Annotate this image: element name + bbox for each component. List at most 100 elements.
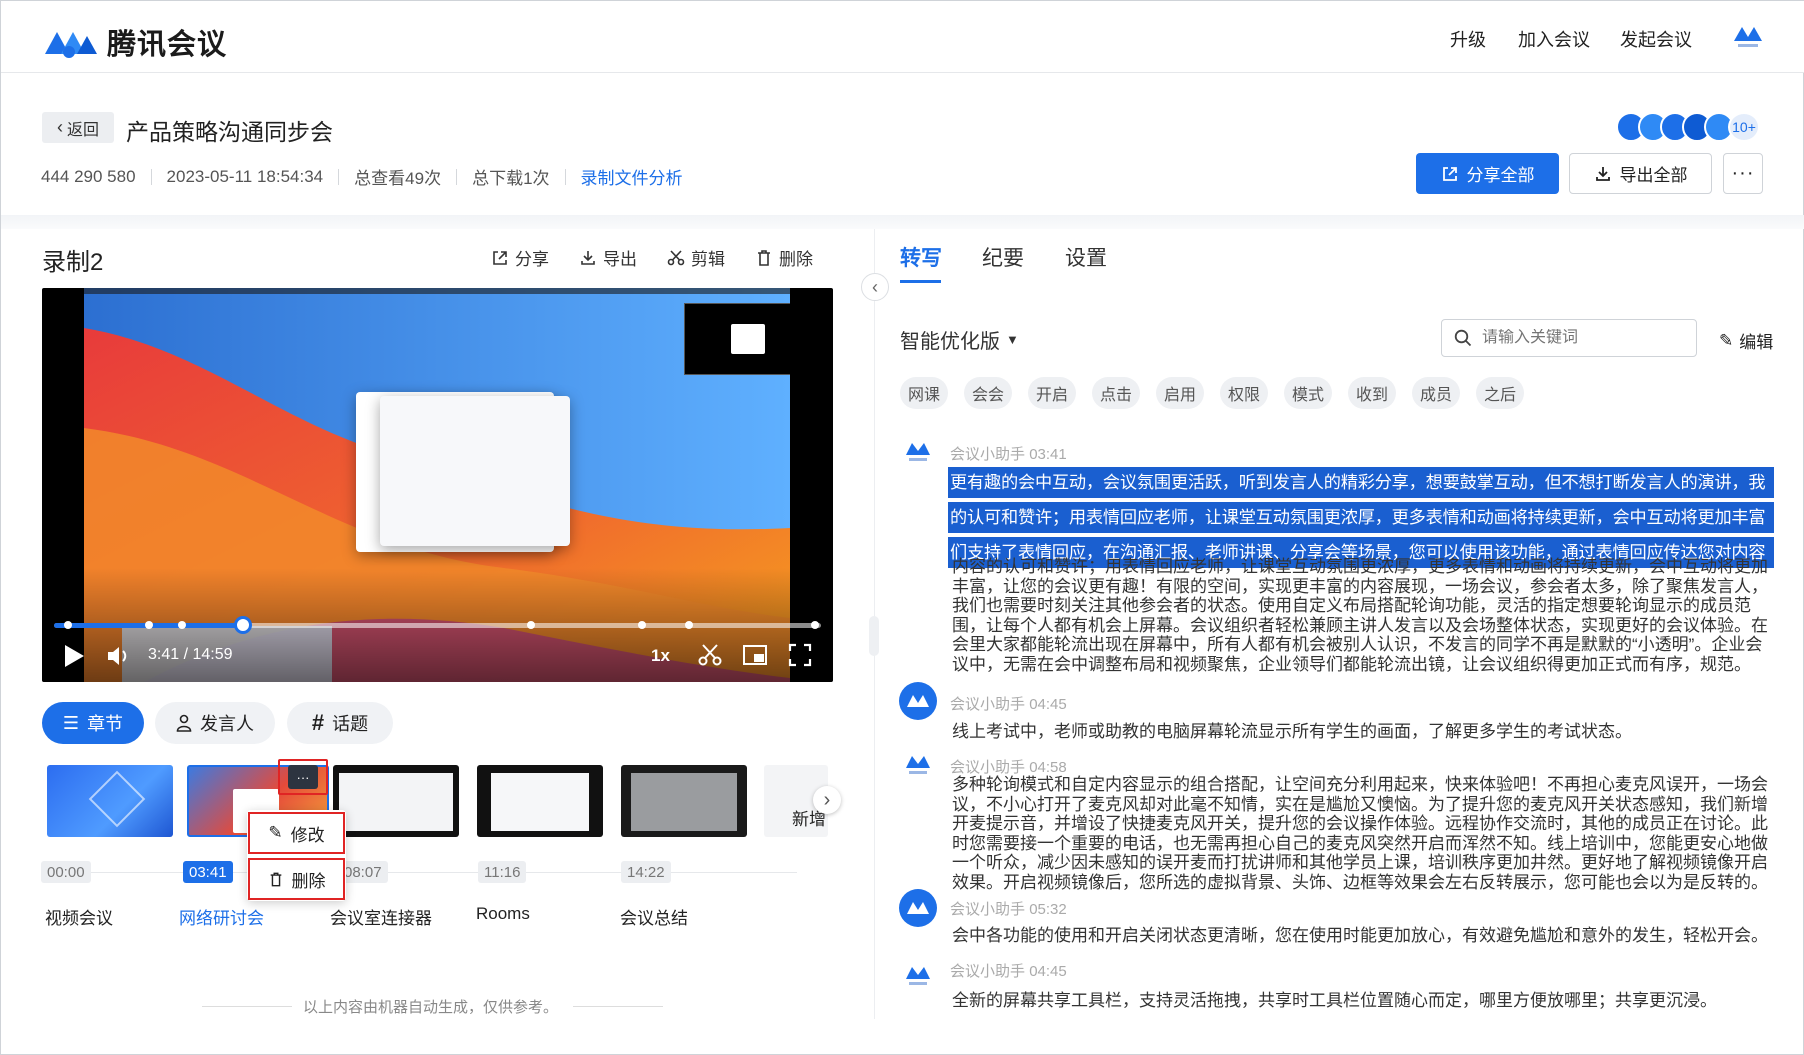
chapter-marker[interactable] — [178, 621, 186, 629]
hashtag-icon: # — [311, 710, 325, 735]
tab-speakers[interactable]: 发言人 — [155, 702, 275, 744]
chevron-right-icon[interactable]: › — [813, 786, 841, 814]
collapse-panel-button[interactable]: ‹ — [861, 273, 889, 301]
recording-analysis-link[interactable]: 录制文件分析 — [581, 164, 683, 189]
scissors-icon[interactable] — [697, 643, 723, 667]
brand[interactable]: 腾讯会议 — [41, 21, 227, 63]
share-button[interactable]: 分享 — [491, 245, 549, 270]
meeting-id: 444 290 580 — [41, 166, 136, 186]
nav-upgrade[interactable]: 升级 — [1450, 26, 1486, 52]
tab-transcript[interactable]: 转写 — [900, 242, 942, 272]
chapter-name[interactable]: 会议室连接器 — [330, 904, 432, 929]
keyword-tag[interactable]: 之后 — [1476, 377, 1524, 409]
volume-icon[interactable] — [106, 645, 132, 667]
transcript-search[interactable] — [1441, 319, 1697, 357]
picture-in-picture-icon[interactable] — [742, 644, 768, 666]
export-all-button[interactable]: 导出全部 — [1569, 153, 1712, 194]
chapter-marker[interactable] — [145, 621, 153, 629]
playback-speed[interactable]: 1x — [651, 646, 670, 666]
disclaimer: 以上内容由机器自动生成，仅供参考。 — [303, 999, 559, 1016]
edit-label: 编辑 — [1739, 333, 1774, 352]
tab-minutes[interactable]: 纪要 — [982, 242, 1024, 272]
keyword-tag[interactable]: 启用 — [1156, 377, 1204, 409]
timeline-line — [47, 872, 797, 873]
keyword-tag[interactable]: 模式 — [1284, 377, 1332, 409]
transcript-paragraph[interactable]: 多种轮询模式和自定内容显示的组合搭配，让空间充分利用起来，快来体验吧！不再担心麦… — [952, 775, 1774, 892]
highlighted-transcript[interactable]: 更有趣的会中互动，会议氛围更活跃，听到发言人的精彩分享，想要鼓掌互动，但不想打断… — [948, 467, 1774, 568]
keyword-tag[interactable]: 会会 — [964, 377, 1012, 409]
speaker-meta: 会议小助手 04:58 — [950, 756, 1067, 777]
panel-resize-handle[interactable] — [869, 616, 879, 656]
chapter-thumbnail[interactable] — [47, 765, 173, 837]
nav-join-meeting[interactable]: 加入会议 — [1518, 26, 1590, 52]
search-input[interactable] — [1482, 329, 1682, 347]
tab-transcript-indicator — [900, 280, 941, 283]
chapter-name[interactable]: 会议总结 — [620, 904, 688, 929]
download-icon — [1595, 166, 1610, 181]
clip-label: 剪辑 — [691, 250, 725, 269]
transcript-paragraph[interactable]: 线上考试中，老师或助教的电脑屏幕轮流显示所有学生的画面，了解更多学生的考试状态。 — [952, 722, 1774, 742]
export-button[interactable]: 导出 — [579, 245, 637, 270]
play-icon[interactable] — [62, 643, 86, 669]
more-options-button[interactable]: ··· — [1723, 153, 1763, 194]
user-avatar[interactable] — [1732, 21, 1764, 51]
tab-topics[interactable]: # 话题 — [287, 702, 393, 744]
transcript-paragraph[interactable]: 内容的认可和赞许；用表情回应老师，让课堂互动氛围更浓厚，更多表情和动画将持续更新… — [952, 557, 1774, 674]
tab-settings[interactable]: 设置 — [1065, 242, 1107, 272]
transcript-paragraph[interactable]: 全新的屏幕共享工具栏，支持灵活拖拽，共享时工具栏位置随心而定，哪里方便放哪里；共… — [952, 991, 1774, 1011]
progress-track[interactable] — [54, 623, 821, 628]
back-button[interactable]: ‹ 返回 — [42, 112, 114, 143]
keyword-tag[interactable]: 点击 — [1092, 377, 1140, 409]
chapter-more-button[interactable]: ··· — [278, 759, 328, 795]
keyword-tag[interactable]: 权限 — [1220, 377, 1268, 409]
back-label: 返回 — [66, 121, 99, 139]
clip-button[interactable]: 剪辑 — [667, 245, 725, 270]
speaker-name: 会议小助手 — [950, 446, 1026, 463]
person-icon — [176, 714, 192, 732]
transcript-line: 时您需要接一个重要的电话，也无需再担心自己的麦克风突然开启而浑然不知。线上培训中… — [952, 833, 1768, 853]
transcript-line: 会里大家都能轮流出现在屏幕中，所有人都有机会被别人认识，不发言的同学不再是默默的… — [952, 635, 1763, 654]
chapter-marker[interactable] — [811, 621, 819, 629]
edit-transcript-button[interactable]: ✎ 编辑 — [1719, 328, 1773, 353]
speaker-name: 会议小助手 — [950, 759, 1026, 776]
progress-scrubber[interactable] — [233, 616, 252, 634]
speaker-avatar — [904, 750, 932, 778]
tab-speakers-label: 发言人 — [200, 714, 254, 734]
chapter-marker[interactable] — [527, 621, 535, 629]
chapter-thumbnail[interactable] — [333, 765, 459, 837]
tab-chapters-label: 章节 — [87, 714, 124, 734]
page: 腾讯会议 升级 加入会议 发起会议 ‹ 返回 产品策略沟通同步会 444 290… — [0, 0, 1804, 1055]
export-all-label: 导出全部 — [1619, 166, 1688, 185]
chapter-thumbnail[interactable] — [621, 765, 747, 837]
keyword-tag[interactable]: 网课 — [900, 377, 948, 409]
share-all-button[interactable]: 分享全部 — [1416, 153, 1559, 194]
share-icon — [493, 250, 507, 265]
transcript-line: 丰富，让您的会议更有趣！有限的空间，实现更丰富的内容展现，一场会议，参会者太多，… — [952, 576, 1768, 596]
participant-avatars[interactable]: 10+ — [1616, 111, 1760, 143]
share-all-label: 分享全部 — [1466, 166, 1535, 185]
menu-delete-label: 删除 — [291, 871, 326, 891]
recording-title: 录制2 — [42, 249, 104, 276]
transcript-paragraph[interactable]: 会中各功能的使用和开启关闭状态更清晰，您在使用时能更加放心，有效避免尴尬和意外的… — [952, 926, 1774, 946]
chapter-name-active[interactable]: 网络研讨会 — [179, 904, 264, 929]
trash-icon — [270, 872, 281, 886]
meeting-meta: 444 290 580 2023-05-11 18:54:34 总查看49次 总… — [41, 164, 683, 189]
keyword-tag[interactable]: 成员 — [1412, 377, 1460, 409]
keyword-tag[interactable]: 开启 — [1028, 377, 1076, 409]
chapter-marker[interactable] — [638, 621, 646, 629]
menu-item-delete[interactable]: 删除 — [248, 858, 345, 900]
menu-item-edit[interactable]: ✎ 修改 — [248, 812, 345, 854]
tab-chapters[interactable]: ☰ 章节 — [42, 702, 144, 744]
chapter-marker[interactable] — [685, 621, 693, 629]
fullscreen-icon[interactable] — [788, 643, 812, 667]
delete-button[interactable]: 删除 — [755, 245, 813, 270]
chapter-marker[interactable] — [64, 621, 72, 629]
nav-start-meeting[interactable]: 发起会议 — [1620, 26, 1692, 52]
keyword-tag[interactable]: 收到 — [1348, 377, 1396, 409]
chapter-thumbnail[interactable] — [477, 765, 603, 837]
chapter-name[interactable]: Rooms — [476, 904, 530, 924]
pencil-icon: ✎ — [268, 823, 283, 842]
transcript-version-dropdown[interactable]: 智能优化版 ▼ — [900, 325, 1019, 354]
chapter-name[interactable]: 视频会议 — [45, 904, 113, 929]
video-player[interactable]: 3:41 / 14:59 1x — [42, 288, 833, 682]
